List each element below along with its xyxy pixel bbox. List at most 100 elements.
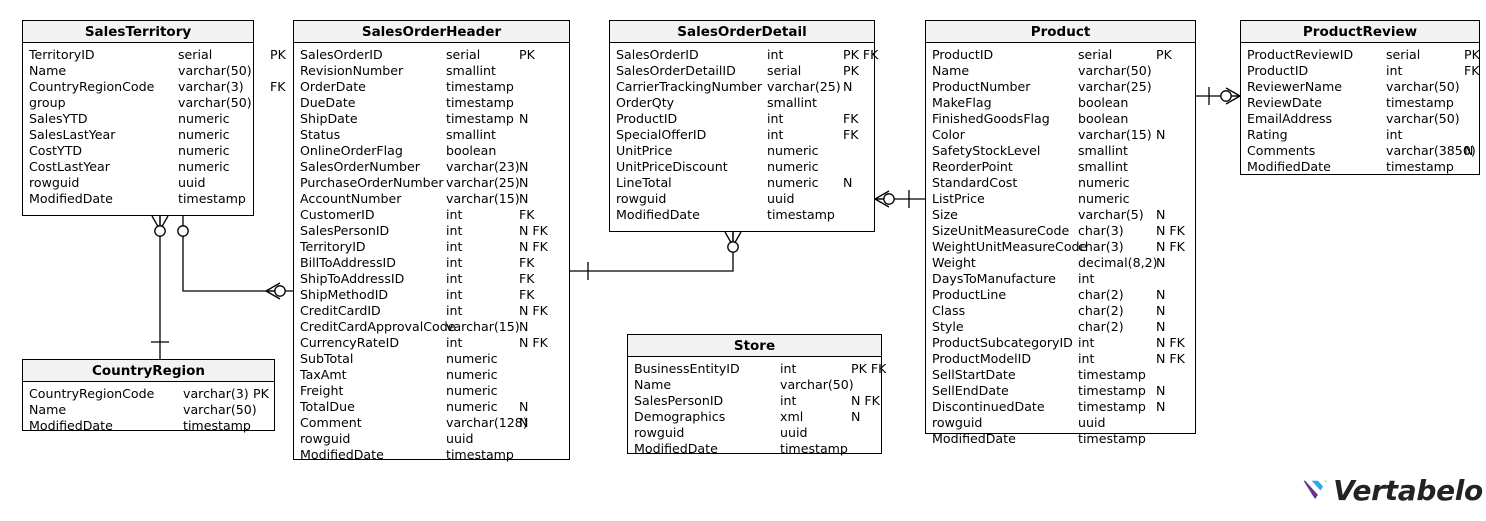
attribute-row[interactable]: SalesLastYear numeric xyxy=(23,127,253,143)
attribute-row[interactable]: WeightUnitMeasureCode char(3) N FK xyxy=(926,239,1195,255)
attribute-row[interactable]: SellEndDate timestamp N xyxy=(926,383,1195,399)
attribute-row[interactable]: Rating int xyxy=(1241,127,1479,143)
attribute-row[interactable]: CurrencyRateID int N FK xyxy=(294,335,569,351)
attribute-type: varchar(3) xyxy=(183,386,249,401)
attribute-type: numeric xyxy=(446,351,498,366)
attribute-row[interactable]: OrderQty smallint xyxy=(610,95,874,111)
attribute-row[interactable]: ListPrice numeric xyxy=(926,191,1195,207)
attribute-row[interactable]: rowguid uuid xyxy=(294,431,569,447)
attribute-row[interactable]: Demographics xml N xyxy=(628,409,881,425)
attribute-row[interactable]: Name varchar(50) xyxy=(23,402,274,418)
attribute-row[interactable]: SubTotal numeric xyxy=(294,351,569,367)
attribute-row[interactable]: Status smallint xyxy=(294,127,569,143)
attribute-row[interactable]: DaysToManufacture int xyxy=(926,271,1195,287)
attribute-row[interactable]: rowguid uuid xyxy=(23,175,253,191)
attribute-row[interactable]: EmailAddress varchar(50) xyxy=(1241,111,1479,127)
entity-product[interactable]: Product ProductID serial PK Name varchar(50) P… xyxy=(925,20,1196,446)
attribute-row[interactable]: Weight decimal(8,2) N xyxy=(926,255,1195,271)
attribute-row[interactable]: ShipToAddressID int FK xyxy=(294,271,569,287)
attribute-row[interactable]: ProductID int FK xyxy=(610,111,874,127)
attribute-row[interactable]: ProductID int FK xyxy=(1241,63,1480,79)
attribute-row[interactable]: LineTotal numeric N xyxy=(610,175,874,191)
attribute-row[interactable]: AccountNumber varchar(15) N xyxy=(294,191,569,207)
attribute-row[interactable]: Name varchar(50) xyxy=(23,63,253,79)
attribute-keys: N xyxy=(519,175,529,190)
attribute-row[interactable]: ShipDate timestamp N xyxy=(294,111,569,127)
entity-countryregion[interactable]: CountryRegion CountryRegionCode varchar(3)… xyxy=(22,359,275,434)
attribute-row[interactable]: Class char(2) N xyxy=(926,303,1195,319)
attribute-row[interactable]: SalesYTD numeric xyxy=(23,111,253,127)
attribute-row[interactable]: SalesPersonID int N FK xyxy=(628,393,881,409)
attribute-row[interactable]: ModifiedDate timestamp xyxy=(23,191,253,207)
attribute-row[interactable]: SalesPersonID int N FK xyxy=(294,223,569,239)
attribute-row[interactable]: group varchar(50) xyxy=(23,95,253,111)
attribute-row[interactable]: ProductReviewID serial PK xyxy=(1241,47,1480,63)
attribute-row[interactable]: ModifiedDate timestamp xyxy=(23,418,274,434)
attribute-row[interactable]: Comments varchar(3850) N xyxy=(1241,143,1479,159)
attribute-row[interactable]: CountryRegionCode varchar(3) FK xyxy=(23,79,286,95)
attribute-row[interactable]: CustomerID int FK xyxy=(294,207,569,223)
attribute-row[interactable]: SalesOrderID serial PK xyxy=(294,47,569,63)
attribute-row[interactable]: ModifiedDate timestamp xyxy=(926,431,1195,447)
attribute-row[interactable]: FinishedGoodsFlag boolean xyxy=(926,111,1195,127)
attribute-row[interactable]: UnitPrice numeric xyxy=(610,143,874,159)
attribute-row[interactable]: BillToAddressID int FK xyxy=(294,255,569,271)
attribute-row[interactable]: RevisionNumber smallint xyxy=(294,63,569,79)
attribute-row[interactable]: Name varchar(50) xyxy=(628,377,881,393)
attribute-row[interactable]: Size varchar(5) N xyxy=(926,207,1195,223)
attribute-row[interactable]: rowguid uuid xyxy=(628,425,881,441)
attribute-row[interactable]: SpecialOfferID int FK xyxy=(610,127,874,143)
attribute-row[interactable]: DiscontinuedDate timestamp N xyxy=(926,399,1195,415)
attribute-row[interactable]: BusinessEntityID int PK FK xyxy=(628,361,886,377)
attribute-row[interactable]: TotalDue numeric N xyxy=(294,399,569,415)
attribute-row[interactable]: PurchaseOrderNumber varchar(25) N xyxy=(294,175,569,191)
entity-salesorderheader[interactable]: SalesOrderHeader SalesOrderID serial PK Revi… xyxy=(293,20,570,463)
attribute-row[interactable]: ProductSubcategoryID int N FK xyxy=(926,335,1195,351)
attribute-row[interactable]: DueDate timestamp xyxy=(294,95,569,111)
attribute-row[interactable]: ModifiedDate timestamp xyxy=(1241,159,1479,175)
attribute-row[interactable]: TaxAmt numeric xyxy=(294,367,569,383)
attribute-row[interactable]: OrderDate timestamp xyxy=(294,79,569,95)
attribute-row[interactable]: Style char(2) N xyxy=(926,319,1195,335)
attribute-row[interactable]: rowguid uuid xyxy=(926,415,1195,431)
entity-store[interactable]: Store BusinessEntityID int PK FK Name varchar… xyxy=(627,334,886,457)
attribute-row[interactable]: Color varchar(15) N xyxy=(926,127,1195,143)
attribute-row[interactable]: SalesOrderID int PK FK xyxy=(610,47,878,63)
attribute-row[interactable]: SafetyStockLevel smallint xyxy=(926,143,1195,159)
attribute-row[interactable]: ProductModelID int N FK xyxy=(926,351,1195,367)
attribute-row[interactable]: ReviewerName varchar(50) xyxy=(1241,79,1479,95)
attribute-row[interactable]: SalesOrderNumber varchar(23) N xyxy=(294,159,569,175)
attribute-row[interactable]: CreditCardID int N FK xyxy=(294,303,569,319)
attribute-row[interactable]: ReorderPoint smallint xyxy=(926,159,1195,175)
attribute-row[interactable]: StandardCost numeric xyxy=(926,175,1195,191)
entity-salesterritory[interactable]: SalesTerritory TerritoryID serial PK Name var… xyxy=(22,20,286,216)
attribute-row[interactable]: MakeFlag boolean xyxy=(926,95,1195,111)
attribute-row[interactable]: Freight numeric xyxy=(294,383,569,399)
attribute-row[interactable]: ProductNumber varchar(25) xyxy=(926,79,1195,95)
attribute-row[interactable]: CostLastYear numeric xyxy=(23,159,253,175)
attribute-row[interactable]: CountryRegionCode varchar(3) PK xyxy=(23,386,274,402)
attribute-row[interactable]: Name varchar(50) xyxy=(926,63,1195,79)
attribute-row[interactable]: CreditCardApprovalCode varchar(15) N xyxy=(294,319,569,335)
attribute-row[interactable]: ModifiedDate timestamp xyxy=(294,447,569,463)
entity-productreview[interactable]: ProductReview ProductReviewID serial PK Prod… xyxy=(1240,20,1480,175)
attribute-row[interactable]: OnlineOrderFlag boolean xyxy=(294,143,569,159)
attribute-row[interactable]: ProductID serial PK xyxy=(926,47,1195,63)
attribute-row[interactable]: ModifiedDate timestamp xyxy=(628,441,881,457)
attribute-row[interactable]: CarrierTrackingNumber varchar(25) N xyxy=(610,79,874,95)
attribute-row[interactable]: TerritoryID int N FK xyxy=(294,239,569,255)
attribute-row[interactable]: ShipMethodID int FK xyxy=(294,287,569,303)
attribute-row[interactable]: UnitPriceDiscount numeric xyxy=(610,159,874,175)
attribute-type: varchar(15) xyxy=(446,191,520,206)
attribute-row[interactable]: SellStartDate timestamp xyxy=(926,367,1195,383)
attribute-row[interactable]: SizeUnitMeasureCode char(3) N FK xyxy=(926,223,1195,239)
attribute-row[interactable]: CostYTD numeric xyxy=(23,143,253,159)
attribute-row[interactable]: TerritoryID serial PK xyxy=(23,47,286,63)
entity-salesorderdetail[interactable]: SalesOrderDetail SalesOrderID int PK FK Sale… xyxy=(609,20,878,232)
attribute-row[interactable]: SalesOrderDetailID serial PK xyxy=(610,63,874,79)
attribute-row[interactable]: Comment varchar(128) N xyxy=(294,415,569,431)
attribute-row[interactable]: ReviewDate timestamp xyxy=(1241,95,1479,111)
attribute-row[interactable]: ModifiedDate timestamp xyxy=(610,207,874,223)
attribute-row[interactable]: ProductLine char(2) N xyxy=(926,287,1195,303)
attribute-row[interactable]: rowguid uuid xyxy=(610,191,874,207)
